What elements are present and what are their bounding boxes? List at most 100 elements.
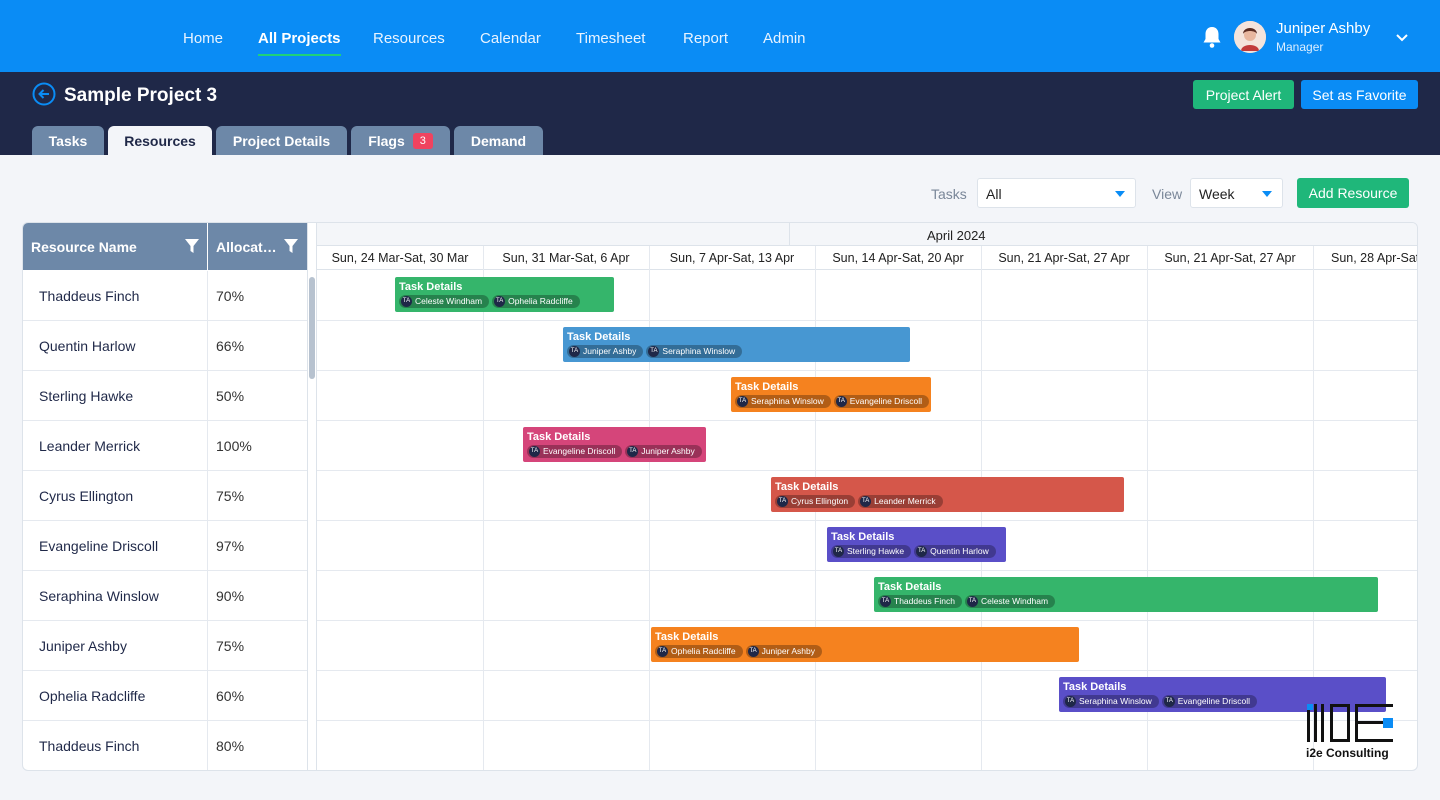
assignee-chip[interactable]: TA Seraphina Winslow [735, 395, 831, 408]
assignee-list: TA Celeste Windham TA Ophelia Radcliffe [399, 295, 583, 312]
nav-home[interactable]: Home [183, 30, 223, 47]
tab-label: Resources [124, 132, 196, 149]
set-favorite-button[interactable]: Set as Favorite [1301, 80, 1418, 109]
cell-divider [207, 671, 208, 721]
assignee-chip[interactable]: TA Ophelia Radcliffe [492, 295, 580, 308]
assignee-chip[interactable]: TA Ophelia Radcliffe [655, 645, 743, 658]
tab-resources[interactable]: Resources [108, 126, 212, 155]
resource-row[interactable]: Cyrus Ellington 75% [23, 471, 307, 521]
resource-row[interactable]: Evangeline Driscoll 97% [23, 521, 307, 571]
nav-admin[interactable]: Admin [763, 30, 806, 47]
assignee-list: TA Seraphina Winslow TA Evangeline Driscoll [1063, 695, 1260, 712]
nav-report[interactable]: Report [683, 30, 728, 47]
bell-icon[interactable] [1199, 24, 1225, 50]
assignee-name: Evangeline Driscoll [543, 446, 616, 456]
task-title: Task Details [735, 381, 799, 393]
assignee-list: TA Sterling Hawke TA Quentin Harlow [831, 545, 999, 562]
assignee-chip[interactable]: TA Evangeline Driscoll [527, 445, 623, 458]
nav-resources[interactable]: Resources [373, 30, 445, 47]
assignee-name: Seraphina Winslow [1079, 696, 1152, 706]
assignee-initials: TA [627, 446, 639, 457]
nav-calendar[interactable]: Calendar [480, 30, 541, 47]
task-bar[interactable]: Task Details TA Cyrus Ellington TA Leander M… [771, 477, 1124, 512]
resource-name: Sterling Hawke [39, 388, 134, 404]
assignee-chip[interactable]: TA Cyrus Ellington [775, 495, 856, 508]
resource-row[interactable]: Seraphina Winslow 90% [23, 571, 307, 621]
assignee-chip[interactable]: TA Quentin Harlow [914, 545, 996, 558]
view-select[interactable]: Week [1190, 178, 1283, 208]
add-resource-button[interactable]: Add Resource [1297, 178, 1409, 208]
resource-allocation: 75% [216, 638, 245, 654]
cell-divider [207, 571, 208, 621]
assignee-name: Celeste Windham [415, 296, 483, 306]
task-title: Task Details [831, 531, 895, 543]
assignee-chip[interactable]: TA Celeste Windham [964, 595, 1056, 608]
tab-flags[interactable]: Flags 3 [351, 126, 450, 155]
assignee-chip[interactable]: TA Thaddeus Finch [878, 595, 962, 608]
resource-allocation: 60% [216, 688, 245, 704]
scrollbar-thumb[interactable] [309, 277, 315, 379]
assignee-chip[interactable]: TA Leander Merrick [858, 495, 943, 508]
assignee-name: Quentin Harlow [930, 546, 989, 556]
task-bar[interactable]: Task Details TA Ophelia Radcliffe TA Juniper… [651, 627, 1079, 662]
assignee-name: Sterling Hawke [847, 546, 905, 556]
filter-icon[interactable] [184, 238, 200, 254]
assignee-chip[interactable]: TA Juniper Ashby [625, 445, 702, 458]
tasks-filter-select[interactable]: All [977, 178, 1136, 208]
row-grid-line [317, 470, 1417, 471]
assignee-chip[interactable]: TA Juniper Ashby [567, 345, 644, 358]
assignee-initials: TA [529, 446, 540, 457]
resource-name: Thaddeus Finch [39, 738, 140, 754]
tab-label: Project Details [232, 132, 331, 149]
column-header-resource-name[interactable]: Resource Name [23, 223, 207, 270]
assignee-chip[interactable]: TA Sterling Hawke [831, 545, 912, 558]
resource-row[interactable]: Juniper Ashby 75% [23, 621, 307, 671]
assignee-initials: TA [737, 396, 748, 407]
project-header: Sample Project 3 Project Alert Set as Fa… [0, 72, 1440, 155]
avatar[interactable] [1234, 21, 1266, 53]
assignee-chip[interactable]: TA Juniper Ashby [745, 645, 822, 658]
task-bar[interactable]: Task Details TA Seraphina Winslow TA Evangel… [731, 377, 931, 412]
task-bar[interactable]: Task Details TA Sterling Hawke TA Quentin Ha… [827, 527, 1006, 562]
assignee-name: Cyrus Ellington [791, 496, 849, 506]
tab-label: Demand [470, 132, 527, 149]
nav-all-projects[interactable]: All Projects [258, 30, 341, 56]
month-divider [789, 223, 790, 246]
resource-row[interactable]: Thaddeus Finch 70% [23, 271, 307, 321]
week-header-cell: Sun, 28 Apr-Sat, 4 May [1331, 251, 1417, 265]
task-bar[interactable]: Task Details TA Juniper Ashby TA Seraphina W… [563, 327, 910, 362]
assignee-name: Juniper Ashby [583, 346, 637, 356]
resource-row[interactable]: Quentin Harlow 66% [23, 321, 307, 371]
resource-row[interactable]: Ophelia Radcliffe 60% [23, 671, 307, 721]
back-arrow-icon[interactable] [32, 82, 56, 106]
week-header-cell: Sun, 14 Apr-Sat, 20 Apr [832, 251, 964, 265]
resource-name: Cyrus Ellington [39, 488, 134, 504]
row-grid-line [317, 770, 1418, 771]
project-alert-button[interactable]: Project Alert [1193, 80, 1294, 109]
assignee-list: TA Ophelia Radcliffe TA Juniper Ashby [655, 645, 825, 662]
tab-project-details[interactable]: Project Details [216, 126, 347, 155]
task-bar[interactable]: Task Details TA Thaddeus Finch TA Celeste Wi… [874, 577, 1378, 612]
assignee-chip[interactable]: TA Seraphina Winslow [1063, 695, 1159, 708]
resource-row[interactable]: Thaddeus Finch 80% [23, 721, 307, 770]
assignee-chip[interactable]: TA Celeste Windham [399, 295, 490, 308]
assignee-chip[interactable]: TA Evangeline Driscoll [833, 395, 930, 408]
resource-row[interactable]: Sterling Hawke 50% [23, 371, 307, 421]
filter-icon[interactable] [283, 238, 299, 254]
assignee-chip[interactable]: TA Seraphina Winslow [646, 345, 743, 358]
view-value: Week [1199, 186, 1235, 202]
column-header-allocation[interactable]: Allocat… [208, 223, 307, 270]
task-bar[interactable]: Task Details TA Celeste Windham TA Ophelia R… [395, 277, 614, 312]
resource-row[interactable]: Leander Merrick 100% [23, 421, 307, 471]
logo-text: i2e Consulting [1306, 746, 1389, 760]
nav-timesheet[interactable]: Timesheet [576, 30, 645, 47]
task-title: Task Details [878, 581, 942, 593]
chevron-down-icon[interactable] [1394, 32, 1410, 44]
tab-tasks[interactable]: Tasks [32, 126, 104, 155]
resource-name: Juniper Ashby [39, 638, 127, 654]
assignee-list: TA Cyrus Ellington TA Leander Merrick [775, 495, 946, 512]
tab-demand[interactable]: Demand [454, 126, 543, 155]
assignee-initials: TA [835, 396, 847, 407]
task-bar[interactable]: Task Details TA Evangeline Driscoll TA Junip… [523, 427, 706, 462]
assignee-chip[interactable]: TA Evangeline Driscoll [1161, 695, 1258, 708]
